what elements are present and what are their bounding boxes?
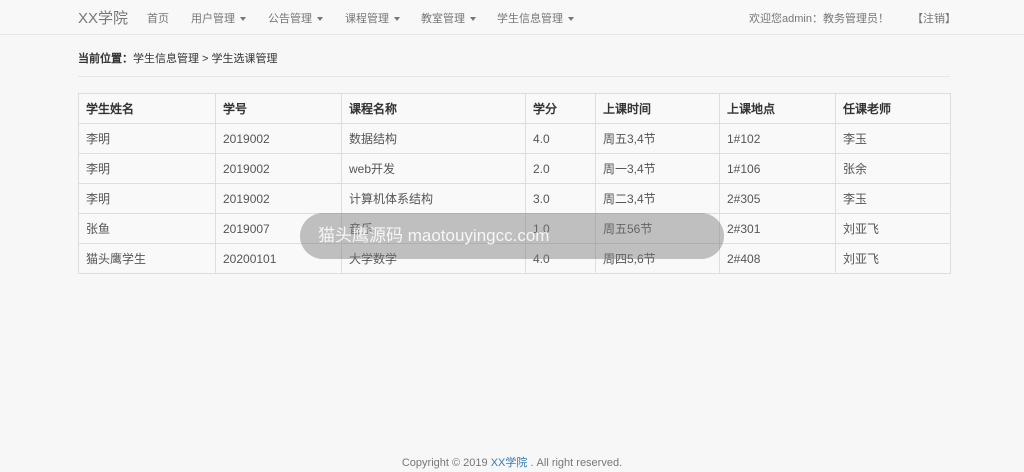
footer-school-link[interactable]: XX学院 [491, 457, 528, 469]
cell-course-name: 计算机体系结构 [341, 183, 526, 214]
cell-teacher: 刘亚飞 [835, 243, 951, 274]
cell-student-id: 2019002 [215, 123, 342, 154]
breadcrumb: 当前位置：学生信息管理 > 学生选课管理 [78, 50, 278, 66]
cell-location: 1#106 [719, 153, 836, 184]
cell-location: 2#301 [719, 213, 836, 244]
caret-down-icon [394, 17, 400, 22]
cell-course-name: web开发 [341, 153, 526, 184]
nav-label: 课程管理 [345, 13, 389, 25]
table-header-row: 学生姓名 学号 课程名称 学分 上课时间 上课地点 任课老师 [78, 93, 951, 124]
logout-link[interactable]: 【注销】 [912, 10, 956, 26]
nav-item-course-management[interactable]: 课程管理 [345, 10, 400, 26]
column-header-location: 上课地点 [719, 93, 836, 124]
footer-copyright-suffix: . All right reserved. [527, 457, 623, 469]
caret-down-icon [317, 17, 323, 22]
nav-item-home[interactable]: 首页 [147, 10, 169, 26]
column-header-course-name: 课程名称 [341, 93, 526, 124]
cell-credits: 2.0 [525, 153, 596, 184]
cell-location: 2#305 [719, 183, 836, 214]
cell-credits: 4.0 [525, 123, 596, 154]
cell-student-id: 2019002 [215, 183, 342, 214]
nav-item-classroom-management[interactable]: 教室管理 [421, 10, 476, 26]
cell-teacher: 李玉 [835, 183, 951, 214]
nav-item-user-management[interactable]: 用户管理 [191, 10, 246, 26]
divider [78, 76, 950, 77]
cell-class-time: 周二3,4节 [595, 183, 720, 214]
nav-item-student-info-management[interactable]: 学生信息管理 [497, 10, 574, 26]
cell-class-time: 周一3,4节 [595, 153, 720, 184]
cell-student-name: 李明 [78, 153, 216, 184]
watermark-overlay: 猫头鹰源码 maotouyingcc.com [300, 213, 724, 259]
cell-credits: 3.0 [525, 183, 596, 214]
nav-item-notice-management[interactable]: 公告管理 [268, 10, 323, 26]
breadcrumb-label: 当前位置： [78, 53, 133, 65]
caret-down-icon [568, 17, 574, 22]
column-header-student-id: 学号 [215, 93, 342, 124]
cell-student-name: 猫头鹰学生 [78, 243, 216, 274]
footer: Copyright © 2019 XX学院 . All right reserv… [0, 454, 1024, 470]
welcome-text: 欢迎您admin：教务管理员！ [749, 13, 889, 25]
cell-student-name: 张鱼 [78, 213, 216, 244]
cell-teacher: 刘亚飞 [835, 213, 951, 244]
table-row: 李明 2019002 web开发 2.0 周一3,4节 1#106 张余 [78, 153, 951, 184]
nav-label: 学生信息管理 [497, 13, 563, 25]
nav-label: 公告管理 [268, 13, 312, 25]
table-row: 李明 2019002 数据结构 4.0 周五3,4节 1#102 李玉 [78, 123, 951, 154]
cell-class-time: 周五3,4节 [595, 123, 720, 154]
footer-copyright-prefix: Copyright © 2019 [401, 457, 491, 469]
column-header-student-name: 学生姓名 [78, 93, 216, 124]
cell-location: 1#102 [719, 123, 836, 154]
brand-link[interactable]: XX学院 [78, 7, 128, 28]
cell-teacher: 李玉 [835, 123, 951, 154]
column-header-teacher: 任课老师 [835, 93, 951, 124]
top-navbar: XX学院 首页 用户管理 公告管理 课程管理 教室管理 学生信息管理 欢迎您ad… [0, 0, 1024, 35]
column-header-class-time: 上课时间 [595, 93, 720, 124]
breadcrumb-path: 学生信息管理 > 学生选课管理 [133, 53, 278, 65]
nav-label: 用户管理 [191, 13, 235, 25]
cell-student-name: 李明 [78, 123, 216, 154]
column-header-credits: 学分 [525, 93, 596, 124]
caret-down-icon [240, 17, 246, 22]
cell-course-name: 数据结构 [341, 123, 526, 154]
cell-teacher: 张余 [835, 153, 951, 184]
cell-student-name: 李明 [78, 183, 216, 214]
caret-down-icon [470, 17, 476, 22]
cell-location: 2#408 [719, 243, 836, 274]
nav-label: 教室管理 [421, 13, 465, 25]
table-row: 李明 2019002 计算机体系结构 3.0 周二3,4节 2#305 李玉 [78, 183, 951, 214]
cell-student-id: 2019002 [215, 153, 342, 184]
